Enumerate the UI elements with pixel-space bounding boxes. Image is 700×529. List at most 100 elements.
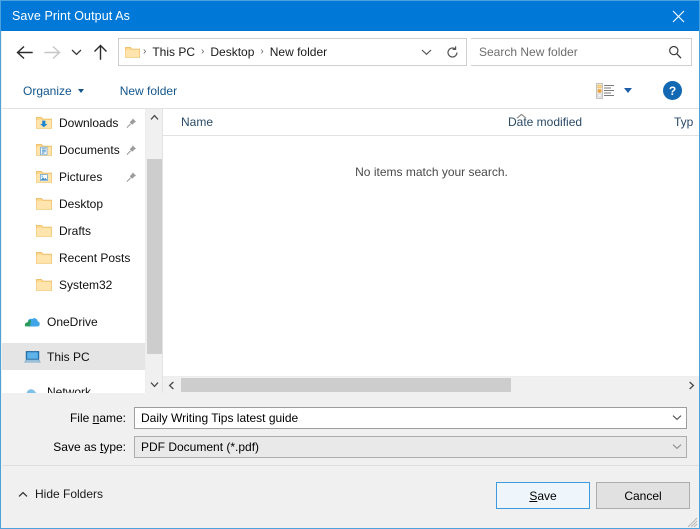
sidebar-item-label: Documents	[59, 143, 120, 157]
scroll-right-button[interactable]	[683, 377, 700, 393]
close-icon	[672, 10, 685, 23]
organize-label: Organize	[23, 84, 72, 98]
chevron-right-icon	[688, 381, 695, 390]
sidebar-item-label: System32	[59, 278, 112, 292]
search-input[interactable]	[471, 44, 664, 60]
file-name-row: File name:	[2, 406, 700, 429]
folder-icon	[36, 251, 54, 265]
chevron-down-icon	[421, 48, 432, 56]
save-button-label: Save	[529, 489, 556, 503]
sidebar-item-network[interactable]: Network	[2, 378, 145, 393]
sidebar-item-pictures[interactable]: Pictures	[2, 163, 145, 190]
up-button[interactable]	[86, 38, 114, 66]
save-dialog: Save Print Output As	[0, 0, 700, 529]
file-name-combo[interactable]	[134, 407, 687, 429]
column-header-row: Name Date modified Typ	[163, 109, 700, 136]
breadcrumb-item-desktop[interactable]: Desktop	[205, 45, 259, 59]
sidebar-item-drafts[interactable]: Drafts	[2, 217, 145, 244]
close-button[interactable]	[655, 1, 700, 31]
address-bar: › This PC › Desktop › New folder	[2, 31, 700, 73]
save-as-type-label: Save as type:	[2, 440, 134, 454]
column-header-name[interactable]: Name	[181, 115, 213, 129]
chevron-up-icon	[18, 491, 28, 498]
window-title: Save Print Output As	[12, 9, 130, 23]
chevron-down-icon	[672, 414, 682, 421]
breadcrumb[interactable]: › This PC › Desktop › New folder	[118, 38, 467, 66]
save-as-type-label-before: Save as	[53, 440, 100, 454]
cancel-button[interactable]: Cancel	[596, 482, 690, 509]
sidebar-item-this-pc[interactable]: This PC	[2, 343, 162, 370]
sidebar-item-system32[interactable]: System32	[2, 271, 145, 298]
file-list-pane: Name Date modified Typ No items match yo…	[163, 109, 700, 393]
save-as-type-row: Save as type: PDF Document (*.pdf)	[2, 435, 700, 458]
content-area: Downloads	[2, 109, 700, 393]
scroll-down-button[interactable]	[146, 376, 162, 393]
navigation-pane-scroll-thumb[interactable]	[147, 159, 162, 354]
navigation-list: Downloads	[2, 109, 145, 393]
help-button[interactable]: ?	[663, 81, 682, 100]
file-name-label-after: ame:	[99, 411, 126, 425]
navigation-pane-scrollbar[interactable]	[145, 109, 162, 393]
onedrive-cloud-icon	[24, 315, 42, 329]
recent-locations-button[interactable]	[66, 38, 86, 66]
folder-icon	[36, 224, 54, 238]
sidebar-item-desktop[interactable]: Desktop	[2, 190, 145, 217]
chevron-up-icon	[150, 114, 159, 121]
scroll-up-button[interactable]	[146, 109, 162, 126]
organize-button[interactable]: Organize	[14, 80, 93, 102]
hide-folders-button[interactable]: Hide Folders	[18, 487, 103, 501]
file-name-dropdown-button[interactable]	[667, 414, 686, 421]
network-icon	[24, 385, 42, 394]
search-box[interactable]	[471, 38, 692, 66]
pin-icon[interactable]	[126, 117, 137, 128]
this-pc-icon	[24, 350, 42, 364]
dialog-footer: Hide Folders Save Cancel	[2, 465, 700, 529]
breadcrumb-item-new-folder[interactable]: New folder	[265, 45, 332, 59]
pin-icon[interactable]	[126, 171, 137, 182]
sidebar-item-label: Pictures	[59, 170, 102, 184]
downloads-folder-icon	[36, 116, 54, 130]
cancel-button-label: Cancel	[624, 489, 661, 503]
sidebar-item-downloads[interactable]: Downloads	[2, 109, 145, 136]
hide-folders-label: Hide Folders	[35, 487, 103, 501]
resize-grip[interactable]	[686, 516, 698, 528]
sidebar-item-documents[interactable]: Documents	[2, 136, 145, 163]
file-list-scroll-thumb[interactable]	[181, 378, 511, 392]
up-arrow-icon	[93, 44, 108, 60]
sidebar-item-label: Network	[47, 385, 91, 394]
documents-folder-icon	[36, 143, 54, 157]
pin-icon[interactable]	[126, 144, 137, 155]
save-label-after: ave	[537, 489, 556, 503]
chevron-down-icon	[71, 48, 82, 56]
scroll-left-button[interactable]	[163, 377, 180, 393]
breadcrumb-dropdown-button[interactable]	[414, 48, 439, 56]
help-label: ?	[669, 85, 676, 97]
refresh-icon	[446, 46, 459, 59]
folder-icon	[36, 197, 54, 211]
title-bar: Save Print Output As	[1, 1, 700, 31]
folder-icon	[125, 46, 140, 59]
save-as-type-combo[interactable]: PDF Document (*.pdf)	[134, 436, 687, 458]
form-area: File name: Save as type: PDF Document (*…	[2, 393, 700, 465]
file-name-input[interactable]	[135, 410, 667, 426]
sidebar-item-label: OneDrive	[47, 315, 98, 329]
change-view-button[interactable]	[591, 80, 637, 102]
save-as-type-value: PDF Document (*.pdf)	[135, 440, 667, 454]
column-header-type[interactable]: Typ	[674, 115, 693, 129]
refresh-button[interactable]	[439, 46, 466, 59]
sidebar-item-recent-posts[interactable]: Recent Posts	[2, 244, 145, 271]
new-folder-button[interactable]: New folder	[111, 80, 186, 102]
sidebar-item-onedrive[interactable]: OneDrive	[2, 308, 145, 335]
breadcrumb-item-this-pc[interactable]: This PC	[147, 45, 200, 59]
search-icon[interactable]	[664, 45, 691, 59]
new-folder-label: New folder	[120, 84, 177, 98]
save-button[interactable]: Save	[496, 482, 590, 509]
forward-button	[38, 38, 66, 66]
forward-arrow-icon	[44, 45, 61, 60]
back-button[interactable]	[10, 38, 38, 66]
chevron-down-icon	[672, 443, 682, 450]
file-list-horizontal-scrollbar[interactable]	[163, 376, 700, 393]
column-header-date-modified[interactable]: Date modified	[508, 115, 582, 129]
save-as-type-dropdown-button[interactable]	[667, 443, 686, 450]
folder-icon	[36, 278, 54, 292]
